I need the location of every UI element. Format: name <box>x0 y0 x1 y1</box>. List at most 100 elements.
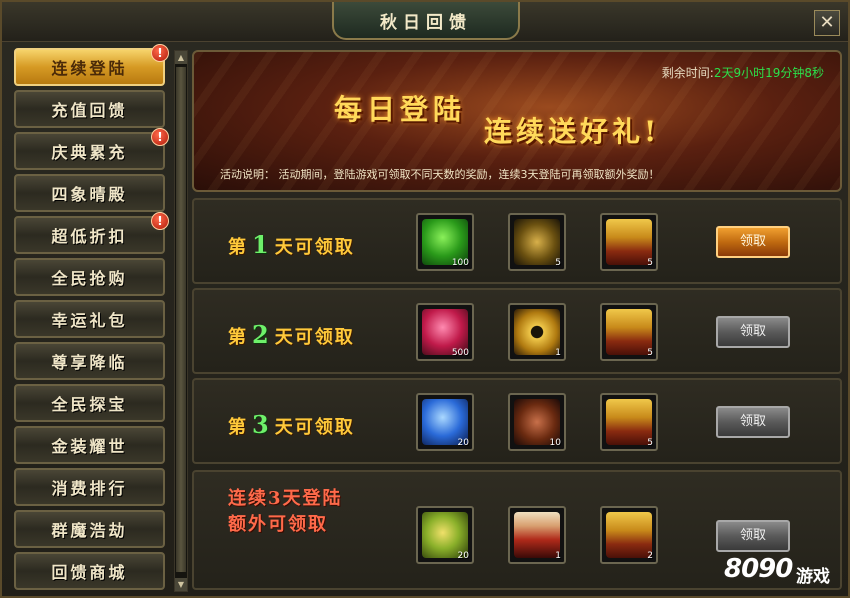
scroll-thumb[interactable] <box>176 67 186 572</box>
item-count: 5 <box>555 258 561 268</box>
site-watermark-logo: 8090 游戏 <box>724 548 842 592</box>
item-count: 2 <box>647 551 653 561</box>
day-number: 1 <box>252 230 271 259</box>
item-count: 20 <box>457 438 469 448</box>
sidebar-item-recharge-reward[interactable]: 充值回馈 <box>14 90 165 128</box>
reward-slot[interactable]: 500 <box>416 303 474 361</box>
sidebar-item-label: 金装耀世 <box>51 437 128 456</box>
reward-slot[interactable]: 2 <box>600 506 658 564</box>
claim-button-day-2[interactable]: 领取 <box>716 316 790 348</box>
gold-coin-icon <box>514 309 560 355</box>
sidebar-scrollbar[interactable]: ▲ ▼ <box>174 50 188 592</box>
sidebar-item-label: 超低折扣 <box>51 227 128 246</box>
reward-row-title: 第 1 天可领取 <box>228 230 355 259</box>
day-number: 2 <box>252 320 271 349</box>
gold-chest-icon <box>606 219 652 265</box>
event-description: 活动说明： 活动期间，登陆游戏可领取不同天数的奖励，连续3天登陆可再领取额外奖励… <box>220 168 660 181</box>
sidebar-item-spending-rank[interactable]: 消费排行 <box>14 468 165 506</box>
sidebar-item-celebration-recharge[interactable]: 庆典累充 ! <box>14 128 169 170</box>
bonus-row-title: 连续3天登陆 额外可领取 <box>228 486 343 538</box>
sidebar-item-golden-gear[interactable]: 金装耀世 <box>14 426 165 464</box>
sidebar-item-label: 尊享降临 <box>51 353 128 372</box>
reward-row-day-1: 第 1 天可领取 100 5 5 领取 <box>192 198 842 284</box>
sidebar-item-label: 群魔浩劫 <box>51 521 128 540</box>
claim-button-day-3[interactable]: 领取 <box>716 406 790 438</box>
reward-slot[interactable]: 100 <box>416 213 474 271</box>
item-count: 1 <box>555 348 561 358</box>
sidebar-item-vip-arrival[interactable]: 尊享降临 <box>14 342 165 380</box>
sidebar-item-label: 充值回馈 <box>51 101 128 120</box>
sidebar-item-consecutive-login[interactable]: 连续登陆 ! <box>14 44 169 86</box>
reward-row-title: 第 3 天可领取 <box>228 410 355 439</box>
sidebar-item-flash-sale[interactable]: 全民抢购 <box>14 258 165 296</box>
sidebar-item-reward-shop[interactable]: 回馈商城 <box>14 552 165 590</box>
claim-button-day-1[interactable]: 领取 <box>716 226 790 258</box>
alert-badge-icon: ! <box>151 44 169 62</box>
reward-row-day-2: 第 2 天可领取 500 1 5 领取 <box>192 288 842 374</box>
reward-row-title: 第 2 天可领取 <box>228 320 355 349</box>
alert-badge-icon: ! <box>151 212 169 230</box>
sidebar-item-label: 四象晴殿 <box>51 185 128 204</box>
sidebar-item-treasure-hunt[interactable]: 全民探宝 <box>14 384 165 422</box>
day-number: 3 <box>252 410 271 439</box>
alert-badge-icon: ! <box>151 128 169 146</box>
reward-slot[interactable]: 5 <box>600 393 658 451</box>
item-count: 5 <box>647 258 653 268</box>
item-count: 20 <box>457 551 469 561</box>
day-suffix: 天可领取 <box>274 237 355 258</box>
day-prefix: 第 <box>228 327 248 348</box>
event-window: 秋日回馈 ✕ 连续登陆 ! 充值回馈 庆典累充 ! 四象晴殿 超低折扣 ! 全民… <box>0 0 850 598</box>
red-scroll-icon <box>514 512 560 558</box>
gold-chest-icon <box>606 399 652 445</box>
reward-slot[interactable]: 1 <box>508 506 566 564</box>
remaining-time: 剩余时间:2天9小时19分钟8秒 <box>662 64 824 81</box>
sidebar-item-super-discount[interactable]: 超低折扣 ! <box>14 212 169 254</box>
day-suffix: 天可领取 <box>274 417 355 438</box>
sidebar-item-label: 幸运礼包 <box>51 311 128 330</box>
reward-slot[interactable]: 5 <box>600 303 658 361</box>
sidebar-item-label: 庆典累充 <box>51 143 128 162</box>
bonus-title-line2: 额外可领取 <box>228 514 328 535</box>
reward-slot[interactable]: 5 <box>508 213 566 271</box>
item-count: 5 <box>647 438 653 448</box>
sidebar-item-four-symbols-hall[interactable]: 四象晴殿 <box>14 174 165 212</box>
sidebar-item-label: 消费排行 <box>51 479 128 498</box>
sidebar-item-label: 连续登陆 <box>51 59 128 78</box>
bonus-title-line1: 连续3天登陆 <box>228 488 343 509</box>
sidebar-item-label: 回馈商城 <box>51 563 128 582</box>
window-title: 秋日回馈 <box>380 12 472 33</box>
close-button[interactable]: ✕ <box>814 10 840 36</box>
item-count: 100 <box>451 258 469 268</box>
reward-slot[interactable]: 20 <box>416 506 474 564</box>
remaining-time-label: 剩余时间: <box>661 66 714 80</box>
sidebar: 连续登陆 ! 充值回馈 庆典累充 ! 四象晴殿 超低折扣 ! 全民抢购 幸运礼包… <box>10 44 170 592</box>
talisman-icon <box>514 219 560 265</box>
gold-chest-icon <box>606 512 652 558</box>
reward-slot[interactable]: 1 <box>508 303 566 361</box>
scroll-down-icon[interactable]: ▼ <box>175 578 187 591</box>
item-count: 10 <box>549 438 561 448</box>
event-banner: 剩余时间:2天9小时19分钟8秒 每日登陆 连续送好礼! 活动说明： 活动期间，… <box>192 50 842 192</box>
day-prefix: 第 <box>228 417 248 438</box>
watermark-digits: 8090 <box>724 554 793 584</box>
sidebar-item-label: 全民探宝 <box>51 395 128 414</box>
banner-title-gifts: 连续送好礼! <box>484 115 661 148</box>
sidebar-item-label: 全民抢购 <box>51 269 128 288</box>
watermark-text: 游戏 <box>796 567 830 587</box>
banner-title-daily-login: 每日登陆 <box>334 93 467 126</box>
sidebar-item-lucky-pack[interactable]: 幸运礼包 <box>14 300 165 338</box>
item-count: 500 <box>451 348 469 358</box>
item-count: 5 <box>647 348 653 358</box>
gold-chest-icon <box>606 309 652 355</box>
day-suffix: 天可领取 <box>274 327 355 348</box>
remaining-time-value: 2天9小时19分钟8秒 <box>713 66 824 80</box>
reward-slot[interactable]: 20 <box>416 393 474 451</box>
sidebar-item-demon-invasion[interactable]: 群魔浩劫 <box>14 510 165 548</box>
reward-slot[interactable]: 10 <box>508 393 566 451</box>
item-count: 1 <box>555 551 561 561</box>
reward-slot[interactable]: 5 <box>600 213 658 271</box>
day-prefix: 第 <box>228 237 248 258</box>
scroll-up-icon[interactable]: ▲ <box>175 51 187 64</box>
title-plate: 秋日回馈 <box>332 2 520 40</box>
reward-row-day-3: 第 3 天可领取 20 10 5 领取 <box>192 378 842 464</box>
